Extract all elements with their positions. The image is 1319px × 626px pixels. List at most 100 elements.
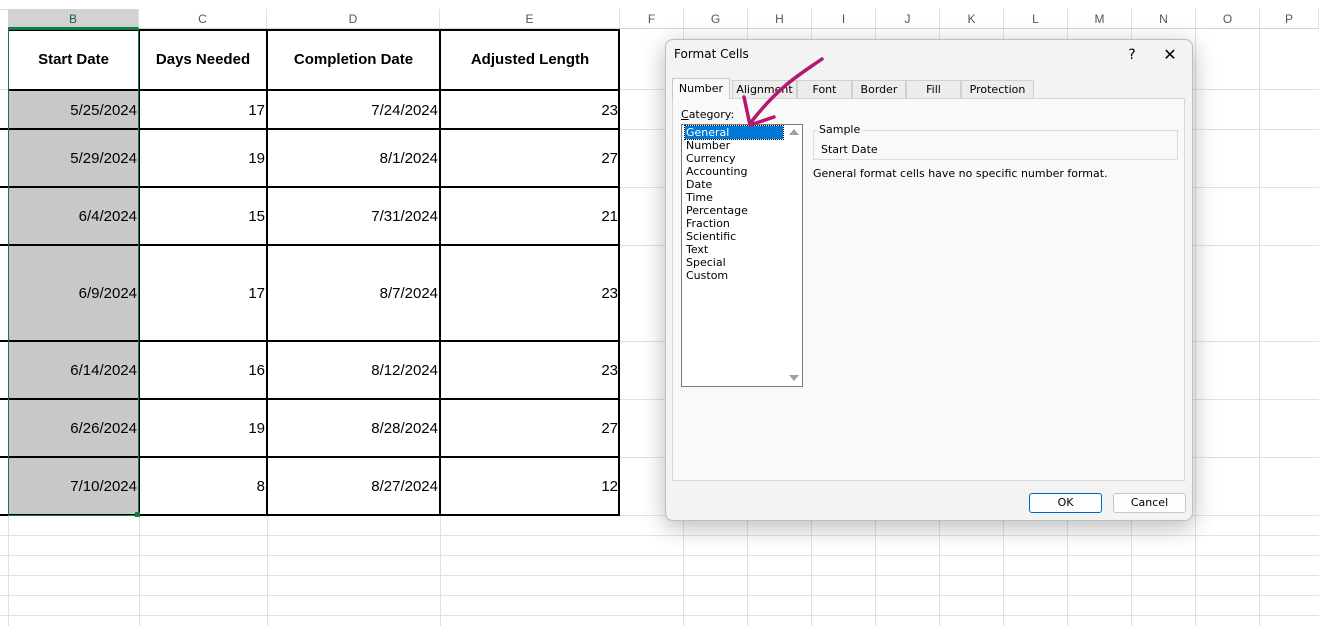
gridline bbox=[267, 516, 268, 626]
cell-start-date[interactable]: 6/9/2024 bbox=[8, 246, 139, 341]
tab-number[interactable]: Number bbox=[672, 78, 730, 99]
column-header-f[interactable]: F bbox=[620, 9, 684, 29]
column-header-m[interactable]: M bbox=[1068, 9, 1132, 29]
header-start-date[interactable]: Start Date bbox=[8, 30, 139, 89]
category-listbox[interactable]: General Number Currency Accounting Date … bbox=[681, 124, 803, 387]
format-description: General format cells have no specific nu… bbox=[813, 167, 1108, 180]
tab-border[interactable]: Border bbox=[852, 80, 906, 98]
cell-completion-date[interactable]: 8/27/2024 bbox=[267, 458, 440, 515]
cell-adjusted-length[interactable]: 21 bbox=[440, 188, 620, 245]
category-scrollbar[interactable] bbox=[785, 125, 802, 386]
column-header-b[interactable]: B bbox=[8, 9, 139, 29]
cell-start-date[interactable]: 5/29/2024 bbox=[8, 130, 139, 187]
cell-start-date[interactable]: 7/10/2024 bbox=[8, 458, 139, 515]
cell-completion-date[interactable]: 8/28/2024 bbox=[267, 400, 440, 457]
scroll-up-icon[interactable] bbox=[789, 129, 799, 135]
cell-days-needed[interactable]: 17 bbox=[139, 91, 267, 129]
table-border bbox=[0, 128, 620, 130]
format-cells-dialog: Format Cells ? ✕ Number Alignment Font B… bbox=[665, 39, 1193, 521]
column-header-j[interactable]: J bbox=[876, 9, 940, 29]
cell-adjusted-length[interactable]: 27 bbox=[440, 400, 620, 457]
category-label: Category: bbox=[681, 108, 734, 121]
table-border bbox=[618, 29, 620, 516]
cell-start-date[interactable]: 5/25/2024 bbox=[8, 91, 139, 129]
gridline bbox=[1259, 29, 1260, 626]
column-header-o[interactable]: O bbox=[1196, 9, 1260, 29]
sample-value: Start Date bbox=[821, 143, 878, 156]
cell-completion-date[interactable]: 8/7/2024 bbox=[267, 246, 440, 341]
category-item-text[interactable]: Text bbox=[685, 243, 709, 256]
category-item-scientific[interactable]: Scientific bbox=[685, 230, 737, 243]
table-border bbox=[8, 89, 620, 91]
column-header-h[interactable]: H bbox=[748, 9, 812, 29]
table-border bbox=[138, 29, 140, 516]
gridline bbox=[0, 575, 1319, 576]
table-border bbox=[439, 29, 441, 516]
cancel-button[interactable]: Cancel bbox=[1113, 493, 1186, 513]
column-header-i[interactable]: I bbox=[812, 9, 876, 29]
cell-completion-date[interactable]: 8/1/2024 bbox=[267, 130, 440, 187]
gridline bbox=[139, 516, 140, 626]
category-label-accesskey: C bbox=[681, 108, 689, 121]
tab-fill[interactable]: Fill bbox=[906, 80, 961, 98]
table-border bbox=[0, 456, 620, 458]
scroll-down-icon[interactable] bbox=[789, 375, 799, 381]
cell-days-needed[interactable]: 15 bbox=[139, 188, 267, 245]
header-adjusted-length[interactable]: Adjusted Length bbox=[440, 30, 620, 89]
category-item-time[interactable]: Time bbox=[685, 191, 714, 204]
category-label-text: ategory: bbox=[688, 108, 735, 121]
gridline bbox=[0, 595, 1319, 596]
cell-completion-date[interactable]: 7/24/2024 bbox=[267, 91, 440, 129]
table-border bbox=[0, 398, 620, 400]
column-header-n[interactable]: N bbox=[1132, 9, 1196, 29]
cell-completion-date[interactable]: 7/31/2024 bbox=[267, 188, 440, 245]
category-item-custom[interactable]: Custom bbox=[685, 269, 729, 282]
table-border bbox=[0, 244, 620, 246]
column-header-e[interactable]: E bbox=[440, 9, 620, 29]
column-header-g[interactable]: G bbox=[684, 9, 748, 29]
column-header-l[interactable]: L bbox=[1004, 9, 1068, 29]
table-border bbox=[0, 340, 620, 342]
category-item-accounting[interactable]: Accounting bbox=[685, 165, 748, 178]
close-button[interactable]: ✕ bbox=[1156, 42, 1184, 68]
category-item-date[interactable]: Date bbox=[685, 178, 713, 191]
column-header-p[interactable]: P bbox=[1260, 9, 1319, 29]
table-border bbox=[0, 514, 620, 516]
cell-start-date[interactable]: 6/4/2024 bbox=[8, 188, 139, 245]
column-header-c[interactable]: C bbox=[139, 9, 267, 29]
cell-start-date[interactable]: 6/26/2024 bbox=[8, 400, 139, 457]
cell-days-needed[interactable]: 19 bbox=[139, 400, 267, 457]
cell-days-needed[interactable]: 19 bbox=[139, 130, 267, 187]
gridline bbox=[0, 535, 1319, 536]
tab-font[interactable]: Font bbox=[797, 80, 852, 98]
tab-protection[interactable]: Protection bbox=[961, 80, 1034, 98]
cell-days-needed[interactable]: 16 bbox=[139, 342, 267, 399]
gridline bbox=[1195, 29, 1196, 626]
cell-adjusted-length[interactable]: 27 bbox=[440, 130, 620, 187]
fill-handle[interactable] bbox=[135, 512, 140, 517]
column-header-k[interactable]: K bbox=[940, 9, 1004, 29]
sample-label: Sample bbox=[817, 123, 863, 136]
table-border bbox=[0, 186, 620, 188]
cell-adjusted-length[interactable]: 23 bbox=[440, 91, 620, 129]
cell-completion-date[interactable]: 8/12/2024 bbox=[267, 342, 440, 399]
help-button[interactable]: ? bbox=[1118, 42, 1146, 68]
category-item-general[interactable]: General bbox=[684, 125, 784, 140]
category-item-currency[interactable]: Currency bbox=[685, 152, 737, 165]
ok-button[interactable]: OK bbox=[1029, 493, 1102, 513]
table-border bbox=[8, 29, 620, 31]
category-item-special[interactable]: Special bbox=[685, 256, 727, 269]
cell-adjusted-length[interactable]: 12 bbox=[440, 458, 620, 515]
cell-adjusted-length[interactable]: 23 bbox=[440, 342, 620, 399]
header-days-needed[interactable]: Days Needed bbox=[139, 30, 267, 89]
category-item-fraction[interactable]: Fraction bbox=[685, 217, 731, 230]
column-header-d[interactable]: D bbox=[267, 9, 440, 29]
tab-alignment[interactable]: Alignment bbox=[732, 80, 797, 98]
header-completion-date[interactable]: Completion Date bbox=[267, 30, 440, 89]
cell-start-date[interactable]: 6/14/2024 bbox=[8, 342, 139, 399]
cell-days-needed[interactable]: 17 bbox=[139, 246, 267, 341]
category-item-number[interactable]: Number bbox=[685, 139, 731, 152]
category-item-percentage[interactable]: Percentage bbox=[685, 204, 749, 217]
cell-adjusted-length[interactable]: 23 bbox=[440, 246, 620, 341]
cell-days-needed[interactable]: 8 bbox=[139, 458, 267, 515]
